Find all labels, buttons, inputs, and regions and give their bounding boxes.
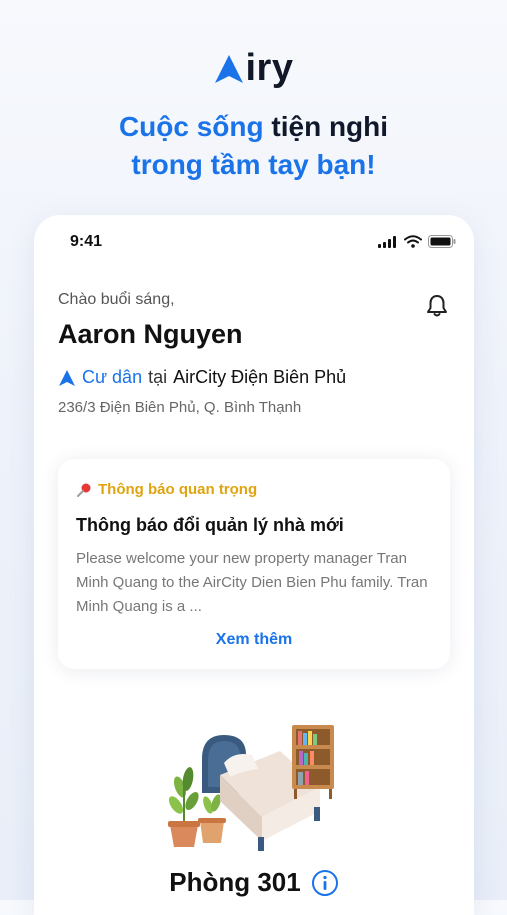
notice-label-text: Thông báo quan trọng [98,481,258,498]
resident-role: Cư dân [82,367,143,387]
headline-part2: trong tầm tay bạn! [131,149,376,180]
status-bar: 9:41 [70,233,456,253]
see-more-link[interactable]: Xem thêm [58,631,450,649]
headline-part1-blue: Cuộc sống [118,111,264,142]
user-name: Aaron Nguyen [58,319,243,349]
notice-label: Thông báo quan trọng [76,481,257,498]
room-illustration [168,725,334,851]
phone-mockup: 9:41 Chào buổi sáng, Aaron Nguyen Cư dân… [34,215,474,915]
airy-logo-icon [214,55,243,83]
bell-icon[interactable] [424,293,450,319]
important-notice-card[interactable]: Thông báo quan trọng Thông báo đổi quản … [58,459,450,669]
info-icon[interactable] [311,869,339,897]
status-time: 9:41 [70,233,103,250]
app-logo: iry [0,48,507,88]
signal-icon [378,235,396,248]
role-connector: tại [148,367,168,387]
notice-title: Thông báo đổi quản lý nhà mới [76,515,344,535]
location-arrow-icon [59,369,75,386]
resident-info: Cư dân tại AirCity Điện Biên Phủ [58,367,346,388]
building-name: AirCity Điện Biên Phủ [173,367,347,387]
headline: Cuộc sống tiện nghi trong tầm tay bạn! [0,108,507,184]
room-title: Phòng 301 [34,867,474,898]
headline-part1-dark: tiện nghi [271,111,389,142]
battery-icon [428,235,456,248]
notice-body: Please welcome your new property manager… [76,550,428,615]
logo-text: iry [245,47,294,89]
wifi-icon [404,235,422,248]
building-address: 236/3 Điện Biên Phủ, Q. Bình Thạnh [58,399,302,416]
pin-icon [77,483,91,497]
system-icons [378,235,456,248]
greeting-text: Chào buổi sáng, [58,291,175,308]
room-name: Phòng 301 [169,867,301,897]
